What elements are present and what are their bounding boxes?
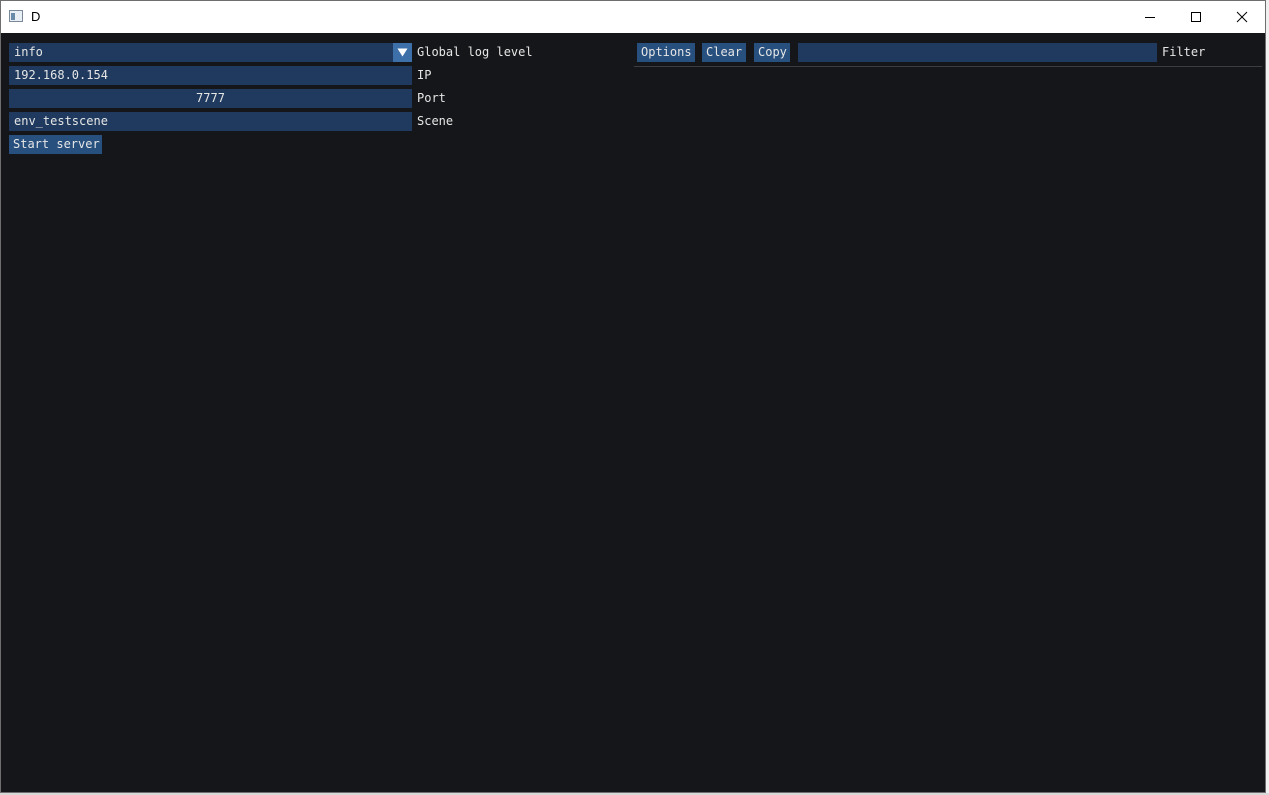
minimize-button[interactable] — [1127, 1, 1173, 33]
close-icon — [1236, 11, 1248, 23]
app-icon — [9, 10, 23, 22]
maximize-icon — [1191, 12, 1201, 22]
scene-label: Scene — [417, 114, 454, 128]
ip-value: 192.168.0.154 — [14, 68, 108, 82]
close-button[interactable] — [1219, 1, 1265, 33]
scene-input[interactable]: env_testscene — [9, 112, 412, 131]
port-input[interactable]: 7777 — [9, 89, 412, 108]
app-window: D info Global log level 192.168.0.154 IP… — [0, 0, 1266, 793]
window-title: D — [31, 9, 41, 24]
scene-value: env_testscene — [14, 114, 108, 128]
log-level-value: info — [14, 45, 43, 59]
ip-label: IP — [417, 68, 432, 82]
log-separator — [634, 66, 1262, 67]
maximize-button[interactable] — [1173, 1, 1219, 33]
combo-arrow-button[interactable] — [393, 43, 412, 62]
port-label: Port — [417, 91, 446, 105]
title-bar[interactable]: D — [1, 1, 1265, 33]
minimize-icon — [1145, 17, 1155, 18]
start-server-button[interactable]: Start server — [9, 135, 102, 154]
options-button[interactable]: Options — [637, 43, 695, 62]
filter-input[interactable] — [798, 43, 1157, 62]
triangle-down-icon — [397, 48, 408, 57]
log-level-combo[interactable]: info — [9, 43, 412, 62]
filter-label: Filter — [1162, 45, 1206, 59]
main-content: info Global log level 192.168.0.154 IP 7… — [1, 33, 1265, 792]
copy-button[interactable]: Copy — [754, 43, 790, 62]
ip-input[interactable]: 192.168.0.154 — [9, 66, 412, 85]
port-value: 7777 — [196, 91, 225, 105]
log-level-label: Global log level — [417, 45, 533, 59]
clear-button[interactable]: Clear — [702, 43, 746, 62]
log-output-area[interactable] — [634, 69, 1262, 789]
